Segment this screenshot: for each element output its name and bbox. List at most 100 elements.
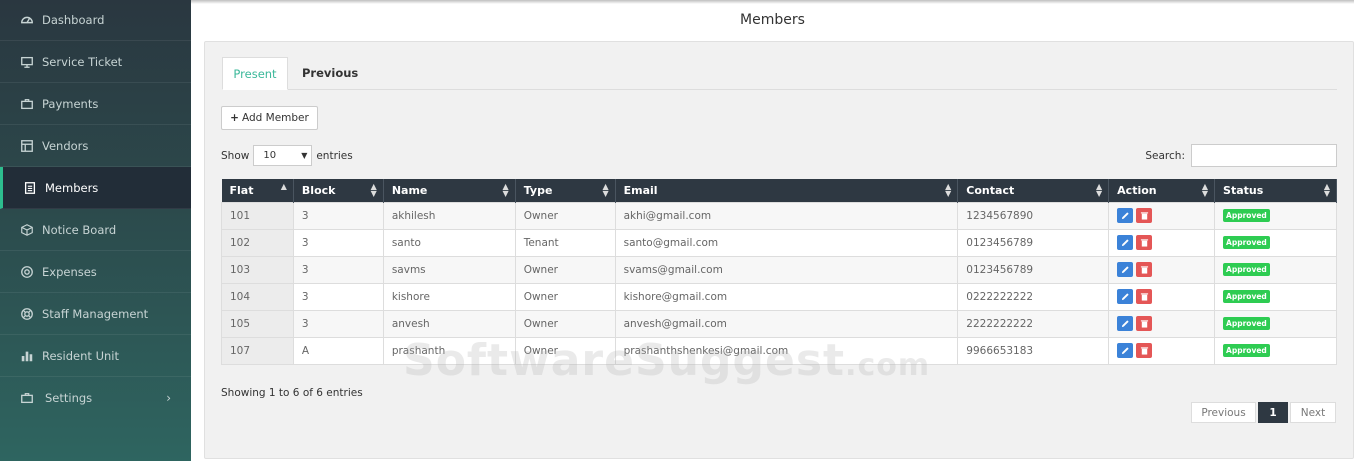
cell-flat: 102 <box>221 228 294 257</box>
status-badge: Approved <box>1223 317 1270 330</box>
cell-contact: 2222222222 <box>957 309 1110 338</box>
sidebar-item-payments[interactable]: Payments <box>0 83 191 125</box>
column-header-type[interactable]: Type ▲ ▼ <box>515 179 616 202</box>
edit-button[interactable] <box>1117 262 1134 277</box>
show-label: Show <box>221 149 250 162</box>
bar-chart-icon <box>19 348 35 364</box>
top-shadow <box>191 0 1354 4</box>
sidebar-item-notice-board[interactable]: Notice Board <box>0 209 191 251</box>
delete-button[interactable] <box>1136 289 1153 304</box>
column-header-contact[interactable]: Contact ▲ ▼ <box>957 179 1110 202</box>
search-input[interactable] <box>1191 144 1337 167</box>
sidebar-item-vendors[interactable]: Vendors <box>0 125 191 167</box>
trash-icon <box>1140 319 1149 328</box>
sidebar-item-staff-management[interactable]: Staff Management <box>0 293 191 335</box>
cell-contact: 0123456789 <box>957 228 1110 257</box>
pagination-next[interactable]: Next <box>1290 402 1336 423</box>
cell-flat: 107 <box>221 336 294 365</box>
cell-block: 3 <box>292 255 384 284</box>
cell-action <box>1108 201 1216 230</box>
cell-name: akhilesh <box>382 201 516 230</box>
table-row: 104 3 kishore Owner kishore@gmail.com 0222222… <box>221 282 1337 311</box>
status-badge: Approved <box>1223 344 1270 357</box>
edit-button[interactable] <box>1117 289 1134 304</box>
delete-button[interactable] <box>1136 262 1153 277</box>
delete-button[interactable] <box>1136 343 1153 358</box>
sidebar-item-members[interactable]: Members <box>0 167 191 209</box>
edit-button[interactable] <box>1117 235 1134 250</box>
cell-block: 3 <box>292 201 384 230</box>
cell-type: Owner <box>514 282 616 311</box>
sort-icon: ▲ ▼ <box>945 182 952 198</box>
cell-status: Approved <box>1214 201 1337 230</box>
trash-icon <box>1140 292 1149 301</box>
sidebar-item-service-ticket[interactable]: Service Ticket <box>0 41 191 83</box>
column-header-flat[interactable]: Flat ▲ <box>221 179 294 202</box>
delete-button[interactable] <box>1136 235 1153 250</box>
cell-block: 3 <box>292 282 384 311</box>
trash-icon <box>1140 346 1149 355</box>
pencil-icon <box>1121 265 1130 274</box>
edit-button[interactable] <box>1117 208 1134 223</box>
layout-icon <box>19 138 35 154</box>
pencil-icon <box>1121 211 1130 220</box>
cell-type: Owner <box>514 255 616 284</box>
trash-icon <box>1140 211 1149 220</box>
edit-button[interactable] <box>1117 316 1134 331</box>
lifebuoy-icon <box>19 306 35 322</box>
tab-present[interactable]: Present <box>222 57 288 90</box>
cell-action <box>1108 336 1216 365</box>
cell-flat: 104 <box>221 282 294 311</box>
cell-contact: 9966653183 <box>957 336 1110 365</box>
edit-button[interactable] <box>1117 343 1134 358</box>
sidebar-item-dashboard[interactable]: Dashboard <box>0 0 191 41</box>
pagination-previous[interactable]: Previous <box>1191 402 1256 423</box>
cell-status: Approved <box>1214 336 1337 365</box>
cell-flat: 105 <box>221 309 294 338</box>
cell-flat: 103 <box>221 255 294 284</box>
column-header-email[interactable]: Email ▲ ▼ <box>615 179 959 202</box>
cell-name: anvesh <box>382 309 516 338</box>
status-badge: Approved <box>1223 236 1270 249</box>
pagination-page-1[interactable]: 1 <box>1258 402 1288 423</box>
target-icon <box>19 264 35 280</box>
column-header-action[interactable]: Action ▲ ▼ <box>1108 179 1216 202</box>
entries-select[interactable]: 10 ▼ <box>253 145 313 166</box>
trash-icon <box>1140 238 1149 247</box>
status-badge: Approved <box>1223 209 1270 222</box>
cell-action <box>1108 255 1216 284</box>
delete-button[interactable] <box>1136 316 1153 331</box>
page-title: Members <box>740 12 805 28</box>
sidebar-item-expenses[interactable]: Expenses <box>0 251 191 293</box>
cell-action <box>1108 309 1216 338</box>
cell-block: A <box>292 336 384 365</box>
cell-status: Approved <box>1214 228 1337 257</box>
sidebar-item-label: Expenses <box>42 264 97 279</box>
sidebar-item-label: Settings <box>45 391 93 405</box>
pencil-icon <box>1121 238 1130 247</box>
cube-icon <box>19 222 35 238</box>
cell-email: santo@gmail.com <box>614 228 959 257</box>
sidebar-item-resident-unit[interactable]: Resident Unit <box>0 335 191 377</box>
add-member-button[interactable]: + Add Member <box>221 106 318 130</box>
column-header-block[interactable]: Block ▲ ▼ <box>293 179 384 202</box>
members-panel: Present Previous + Add Member Show 10 ▼ … <box>204 41 1354 459</box>
chevron-right-icon: › <box>166 391 171 405</box>
sidebar-item-settings[interactable]: Settings › <box>0 377 191 419</box>
sort-icon: ▲ ▼ <box>370 182 377 198</box>
cell-block: 3 <box>292 228 384 257</box>
pencil-icon <box>1121 292 1130 301</box>
sort-icon: ▲ ▼ <box>602 182 609 198</box>
cell-status: Approved <box>1214 255 1337 284</box>
briefcase-icon <box>19 96 35 112</box>
pagination: Previous 1 Next <box>1191 402 1336 423</box>
column-header-name[interactable]: Name ▲ ▼ <box>383 179 516 202</box>
table-row: 105 3 anvesh Owner anvesh@gmail.com 222222222… <box>221 309 1337 338</box>
tab-previous[interactable]: Previous <box>290 57 370 90</box>
search-label: Search: <box>1145 149 1185 162</box>
table-row: 101 3 akhilesh Owner akhi@gmail.com 123456789… <box>221 201 1337 230</box>
dashboard-icon <box>19 12 35 28</box>
column-header-status[interactable]: Status ▲ ▼ <box>1214 179 1337 202</box>
cell-flat: 101 <box>221 201 294 230</box>
delete-button[interactable] <box>1136 208 1153 223</box>
